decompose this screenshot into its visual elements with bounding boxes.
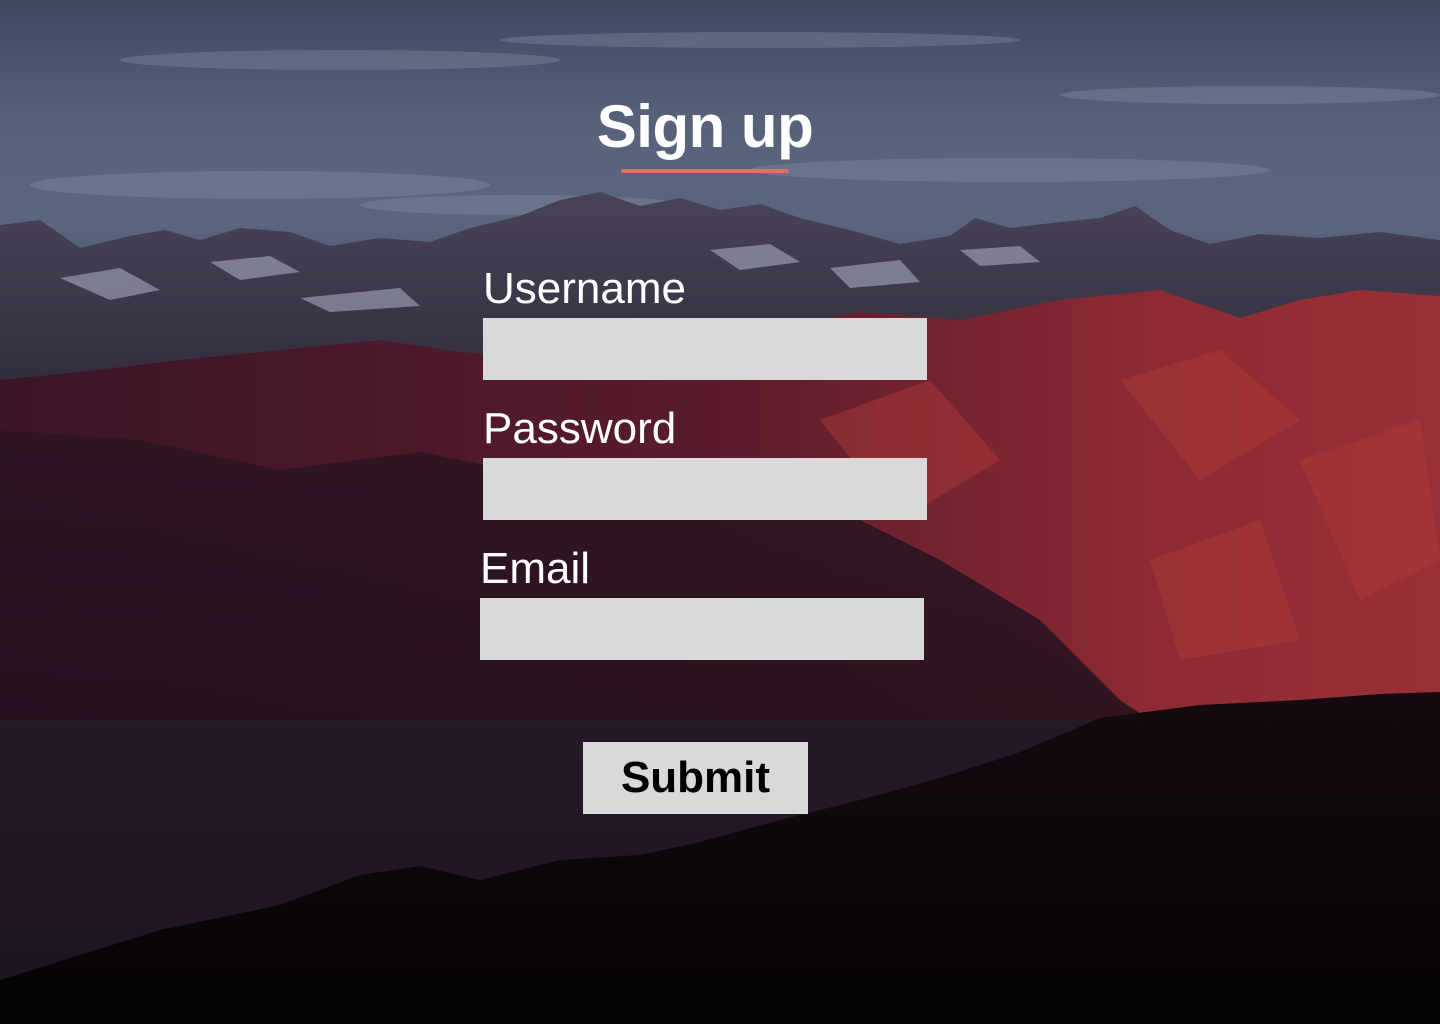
username-input[interactable] <box>483 318 927 380</box>
page-title: Sign up <box>596 93 814 160</box>
title-underline <box>621 169 789 173</box>
email-input[interactable] <box>480 598 924 660</box>
password-input[interactable] <box>483 458 927 520</box>
password-label: Password <box>483 404 677 453</box>
username-label: Username <box>483 264 686 313</box>
submit-button[interactable]: Submit <box>583 742 808 814</box>
email-label: Email <box>480 544 591 593</box>
